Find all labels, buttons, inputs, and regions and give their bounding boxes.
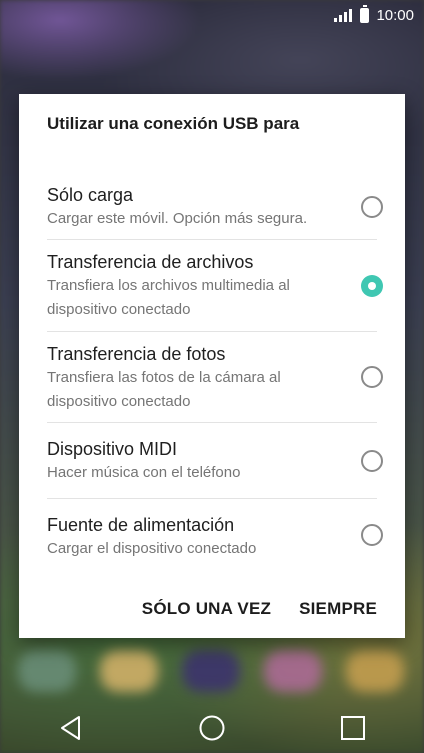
status-time: 10:00 (376, 6, 414, 24)
option-subtitle: Cargar este móvil. Opción más segura. (47, 210, 308, 227)
radio-button[interactable] (361, 524, 383, 546)
dialog-title: Utilizar una conexión USB para (47, 114, 300, 133)
usb-options-list: Sólo carga Cargar este móvil. Opción más… (47, 174, 383, 571)
option-subtitle: Transfiera las fotos de la cámara al dis… (47, 369, 281, 410)
back-button[interactable] (41, 708, 101, 748)
signal-icon (334, 8, 353, 22)
option-charge-only[interactable]: Sólo carga Cargar este móvil. Opción más… (47, 174, 383, 240)
option-file-transfer[interactable]: Transferencia de archivos Transfiera los… (47, 240, 383, 332)
radio-button[interactable] (361, 449, 383, 472)
navigation-bar (0, 703, 424, 753)
option-subtitle: Hacer música con el teléfono (47, 464, 241, 481)
option-title: Transferencia de archivos (47, 252, 254, 272)
home-icon (199, 715, 225, 741)
radio-button[interactable] (361, 195, 383, 218)
option-subtitle: Cargar el dispositivo conectado (47, 540, 257, 557)
option-photo-transfer[interactable]: Transferencia de fotos Transfiera las fo… (47, 332, 383, 423)
option-title: Transferencia de fotos (47, 344, 226, 364)
option-title: Sólo carga (47, 185, 134, 205)
radio-button-selected[interactable] (361, 274, 383, 297)
always-button[interactable]: SIEMPRE (299, 599, 377, 619)
app-icon-blurred (346, 650, 404, 692)
app-icon-blurred (264, 650, 322, 692)
option-midi-device[interactable]: Dispositivo MIDI Hacer música con el tel… (47, 423, 383, 499)
option-title: Dispositivo MIDI (47, 439, 178, 459)
app-icon-blurred (100, 650, 158, 692)
home-button[interactable] (182, 708, 242, 748)
option-subtitle: Transfiera los archivos multimedia al di… (47, 277, 290, 318)
battery-icon (360, 4, 370, 23)
usb-connection-dialog: Utilizar una conexión USB para Sólo carg… (19, 94, 405, 638)
just-once-button[interactable]: SÓLO UNA VEZ (142, 599, 271, 619)
radio-button[interactable] (361, 366, 383, 388)
app-icon-blurred (182, 650, 240, 692)
recents-button[interactable] (323, 708, 383, 748)
option-power-source[interactable]: Fuente de alimentación Cargar el disposi… (47, 499, 383, 571)
dialog-actions: SÓLO UNA VEZ SIEMPRE (142, 599, 377, 619)
recents-icon (341, 716, 366, 740)
option-title: Fuente de alimentación (47, 515, 235, 535)
back-icon (60, 716, 80, 740)
app-icon-blurred (18, 650, 76, 692)
status-bar: 10:00 (0, 0, 424, 30)
